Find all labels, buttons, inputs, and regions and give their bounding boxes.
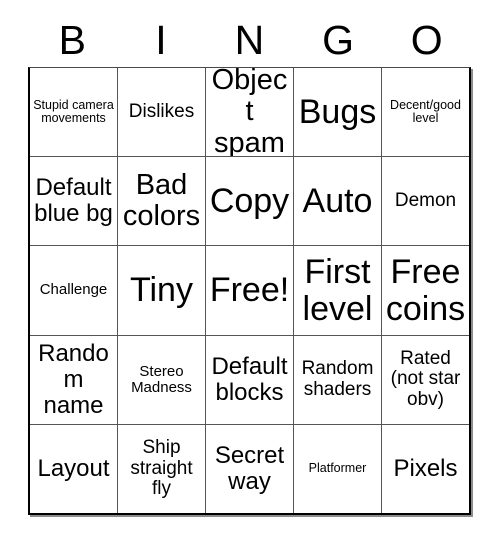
bingo-row: Random name Stereo Madness Default block… <box>30 334 469 424</box>
bingo-cell-o4[interactable]: Rated (not star obv) <box>381 335 469 424</box>
bingo-cell-n5[interactable]: Secret way <box>205 424 293 514</box>
bingo-cell-i5[interactable]: Ship straight fly <box>117 424 205 514</box>
bingo-cell-i2[interactable]: Bad colors <box>117 157 205 246</box>
bingo-cell-b4[interactable]: Random name <box>30 336 117 424</box>
bingo-cell-o3[interactable]: Free coins <box>381 246 469 335</box>
bingo-cell-b3[interactable]: Challenge <box>30 246 117 334</box>
bingo-cell-g1[interactable]: Bugs <box>293 68 381 157</box>
bingo-cell-n1[interactable]: Object spam <box>205 68 293 157</box>
bingo-row: Default blue bg Bad colors Copy Auto Dem… <box>30 156 469 246</box>
bingo-cell-i4[interactable]: Stereo Madness <box>117 335 205 424</box>
bingo-cell-n4[interactable]: Default blocks <box>205 335 293 424</box>
bingo-header: B I N G O <box>28 14 471 66</box>
bingo-cell-g3[interactable]: First level <box>293 246 381 335</box>
bingo-row: Challenge Tiny Free! First level Free co… <box>30 245 469 335</box>
bingo-header-letter-n: N <box>234 16 265 63</box>
bingo-cell-i3[interactable]: Tiny <box>117 246 205 335</box>
bingo-header-letter-o: O <box>410 16 443 63</box>
bingo-cell-free-space[interactable]: Free! <box>205 246 293 335</box>
bingo-cell-o2[interactable]: Demon <box>381 157 469 246</box>
bingo-cell-g4[interactable]: Random shaders <box>293 335 381 424</box>
bingo-cell-g2[interactable]: Auto <box>293 157 381 246</box>
bingo-header-letter-b: B <box>58 16 86 63</box>
bingo-grid: Stupid camera movements Dislikes Object … <box>28 67 471 515</box>
bingo-cell-g5[interactable]: Platformer <box>293 424 381 514</box>
bingo-cell-b2[interactable]: Default blue bg <box>30 157 117 245</box>
bingo-header-letter-i: I <box>155 16 167 63</box>
bingo-cell-o1[interactable]: Decent/good level <box>381 68 469 157</box>
bingo-row: Layout Ship straight fly Secret way Plat… <box>30 423 469 514</box>
bingo-card: B I N G O Stupid camera movements Dislik… <box>0 0 500 544</box>
bingo-cell-b5[interactable]: Layout <box>30 425 117 513</box>
bingo-cell-i1[interactable]: Dislikes <box>117 68 205 157</box>
bingo-cell-n2[interactable]: Copy <box>205 157 293 246</box>
bingo-cell-o5[interactable]: Pixels <box>381 424 469 514</box>
bingo-header-letter-g: G <box>322 16 355 63</box>
bingo-cell-b1[interactable]: Stupid camera movements <box>30 68 117 156</box>
bingo-row: Stupid camera movements Dislikes Object … <box>30 68 469 157</box>
